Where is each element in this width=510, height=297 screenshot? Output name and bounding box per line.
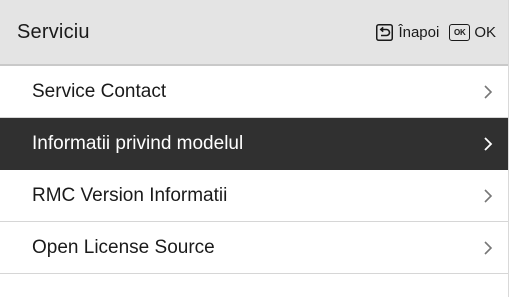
chevron-right-icon bbox=[484, 188, 493, 203]
back-button[interactable]: Înapoi bbox=[376, 23, 440, 41]
back-arrow-icon bbox=[376, 23, 394, 41]
menu-item-label: Informatii privind modelul bbox=[32, 132, 244, 154]
ok-icon: OK bbox=[449, 23, 471, 41]
menu-item-service-contact[interactable]: Service Contact bbox=[0, 66, 508, 118]
service-menu-list: Service Contact Informatii privind model… bbox=[0, 66, 508, 274]
chevron-right-icon bbox=[484, 136, 493, 151]
menu-item-label: Open License Source bbox=[32, 236, 215, 258]
menu-item-label: RMC Version Informatii bbox=[32, 184, 228, 206]
header-actions: Înapoi OK OK bbox=[376, 23, 496, 41]
ok-button[interactable]: OK OK bbox=[449, 23, 496, 41]
page-title: Serviciu bbox=[17, 20, 90, 43]
back-label: Înapoi bbox=[398, 23, 440, 41]
chevron-right-icon bbox=[484, 84, 493, 99]
header-bar: Serviciu Înapoi OK OK bbox=[0, 0, 508, 66]
menu-item-label: Service Contact bbox=[32, 80, 167, 102]
service-menu-screen: Serviciu Înapoi OK OK Service Contact In… bbox=[0, 0, 509, 297]
menu-item-model-info[interactable]: Informatii privind modelul bbox=[0, 118, 508, 170]
ok-label: OK bbox=[474, 23, 496, 41]
menu-item-rmc-version[interactable]: RMC Version Informatii bbox=[0, 170, 508, 222]
menu-item-open-license[interactable]: Open License Source bbox=[0, 222, 508, 274]
chevron-right-icon bbox=[484, 240, 493, 255]
